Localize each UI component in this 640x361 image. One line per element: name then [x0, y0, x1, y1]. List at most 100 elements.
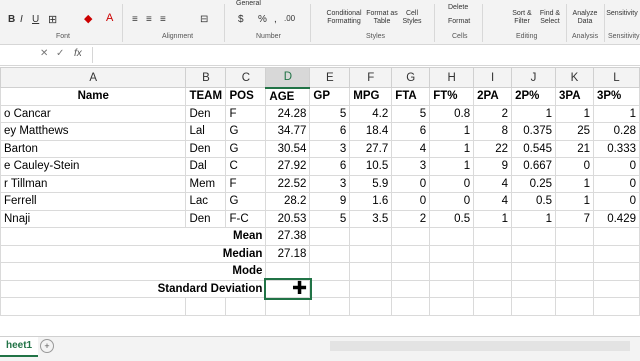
cell[interactable]: 4.2 — [349, 104, 393, 123]
cell[interactable]: C — [225, 157, 267, 176]
cell[interactable]: 30.54 — [265, 139, 311, 158]
cell[interactable]: Mem — [185, 174, 227, 193]
stat-label[interactable]: Mode — [0, 262, 267, 281]
column-header-i[interactable]: I — [473, 67, 513, 88]
italic-button[interactable]: I — [20, 14, 23, 25]
cell[interactable] — [473, 279, 513, 298]
font-color-icon[interactable]: A — [106, 12, 113, 24]
cell[interactable]: 5 — [391, 104, 431, 123]
cell[interactable]: 1 — [429, 122, 475, 141]
column-header-k[interactable]: K — [555, 67, 594, 88]
cell[interactable] — [309, 279, 351, 298]
header-cell[interactable]: FT% — [429, 87, 475, 106]
stat-label[interactable]: Mean — [0, 227, 267, 246]
cell[interactable]: 5.9 — [349, 174, 393, 193]
column-header-g[interactable]: G — [391, 67, 431, 88]
bold-button[interactable]: B — [8, 14, 15, 25]
cell[interactable]: 1 — [429, 157, 475, 176]
cell[interactable]: 4 — [473, 192, 513, 211]
cell[interactable] — [592, 262, 640, 281]
cell[interactable] — [555, 244, 594, 263]
cell[interactable]: 1 — [555, 192, 594, 211]
stat-value[interactable]: 27.18 — [265, 244, 311, 263]
cell[interactable]: 6 — [309, 157, 351, 176]
column-header-j[interactable]: J — [511, 67, 557, 88]
column-header-h[interactable]: H — [429, 67, 475, 88]
cell[interactable]: r Tillman — [0, 174, 187, 193]
header-cell[interactable]: Name — [0, 87, 187, 106]
cell[interactable]: F — [225, 174, 267, 193]
column-header-b[interactable]: B — [185, 67, 227, 88]
cell[interactable]: Den — [185, 139, 227, 158]
cell[interactable] — [349, 279, 393, 298]
cell[interactable]: G — [225, 139, 267, 158]
cell[interactable]: Barton — [0, 139, 187, 158]
cell[interactable] — [429, 227, 475, 246]
underline-button[interactable]: U — [32, 14, 39, 25]
cell[interactable]: 22.52 — [265, 174, 311, 193]
borders-icon[interactable]: ⊞ — [48, 13, 57, 26]
cell[interactable]: 0 — [592, 174, 640, 193]
cell[interactable]: e Cauley-Stein — [0, 157, 187, 176]
cell[interactable] — [473, 244, 513, 263]
cell[interactable] — [555, 279, 594, 298]
cell[interactable]: 27.7 — [349, 139, 393, 158]
cell[interactable]: 6 — [309, 122, 351, 141]
cell[interactable]: F — [225, 104, 267, 123]
cell[interactable]: Lal — [185, 122, 227, 141]
cell[interactable]: 3 — [309, 139, 351, 158]
cell[interactable]: G — [225, 122, 267, 141]
cell[interactable] — [391, 227, 431, 246]
cell[interactable]: 0.8 — [429, 104, 475, 123]
header-cell[interactable]: 3P% — [592, 87, 640, 106]
cell[interactable]: 2 — [391, 209, 431, 228]
cell[interactable]: Den — [185, 104, 227, 123]
cell[interactable]: 4 — [391, 139, 431, 158]
cell[interactable]: 7 — [555, 209, 594, 228]
cell[interactable] — [473, 227, 513, 246]
column-header-e[interactable]: E — [309, 67, 351, 88]
cell[interactable]: 0.5 — [429, 209, 475, 228]
find-select-button[interactable]: Find & Select — [536, 10, 564, 26]
cell[interactable]: 0.25 — [511, 174, 557, 193]
align-left-icon[interactable]: ≡ — [132, 14, 138, 25]
cell[interactable]: 0.667 — [511, 157, 557, 176]
cell[interactable]: 0.28 — [592, 122, 640, 141]
cell[interactable]: Ferrell — [0, 192, 187, 211]
format-button[interactable]: Format — [448, 18, 470, 25]
increase-decimal-icon[interactable]: .00 — [284, 14, 295, 23]
cell[interactable] — [511, 227, 557, 246]
fill-color-icon[interactable]: ◆ — [84, 12, 92, 25]
cell[interactable]: 21 — [555, 139, 594, 158]
header-cell[interactable]: 2P% — [511, 87, 557, 106]
cell[interactable]: Nnaji — [0, 209, 187, 228]
cell[interactable] — [225, 297, 267, 316]
cell[interactable] — [309, 297, 351, 316]
header-cell[interactable]: FTA — [391, 87, 431, 106]
name-box[interactable] — [0, 48, 30, 62]
cell[interactable]: 3.5 — [349, 209, 393, 228]
cell[interactable] — [511, 262, 557, 281]
header-cell[interactable]: 2PA — [473, 87, 513, 106]
cell[interactable] — [309, 227, 351, 246]
cell[interactable] — [473, 297, 513, 316]
cell[interactable]: 0 — [429, 192, 475, 211]
horizontal-scrollbar[interactable] — [330, 341, 630, 351]
header-cell[interactable]: POS — [225, 87, 267, 106]
cell[interactable]: 0 — [391, 192, 431, 211]
cell[interactable]: 0.5 — [511, 192, 557, 211]
comma-icon[interactable]: , — [274, 14, 277, 25]
cell[interactable]: 0 — [592, 157, 640, 176]
number-format-select[interactable]: General — [236, 0, 261, 7]
column-header-l[interactable]: L — [592, 67, 640, 88]
column-header-c[interactable]: C — [225, 67, 267, 88]
column-header-d[interactable]: D — [265, 67, 311, 89]
cell[interactable] — [391, 262, 431, 281]
delete-button[interactable]: Delete — [448, 4, 468, 11]
align-right-icon[interactable]: ≡ — [160, 14, 166, 25]
cell[interactable]: 1 — [429, 139, 475, 158]
cell[interactable]: ey Matthews — [0, 122, 187, 141]
cell[interactable] — [309, 262, 351, 281]
fx-icon[interactable]: fx — [74, 48, 82, 59]
cell[interactable]: 0 — [555, 157, 594, 176]
